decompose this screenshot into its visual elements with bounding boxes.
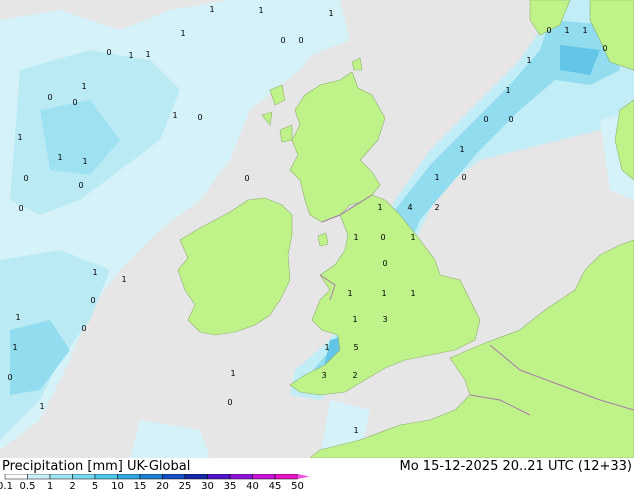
precip-value-label: 0	[72, 98, 77, 107]
legend-swatch	[229, 474, 253, 480]
legend-label: 30	[201, 481, 214, 490]
legend-overflow-arrow	[297, 474, 310, 479]
precip-value-label: 2	[352, 371, 357, 380]
legend-swatch	[117, 474, 141, 480]
precip-value-label: 0	[244, 174, 249, 183]
legend-swatch	[49, 474, 73, 480]
precip-value-label: 1	[353, 426, 358, 435]
legend-label: 1	[47, 481, 53, 490]
precip-value-label: 0	[382, 259, 387, 268]
precip-value-label: 1	[145, 50, 150, 59]
precip-value-label: 0	[78, 181, 83, 190]
legend-swatch	[94, 474, 118, 480]
precip-value-label: 0	[546, 26, 551, 35]
legend-label: 25	[179, 481, 192, 490]
legend-swatch	[72, 474, 96, 480]
legend-swatch	[252, 474, 276, 480]
precip-value-label: 0	[380, 233, 385, 242]
precip-value-label: 1	[15, 313, 20, 322]
precip-value-label: 1	[128, 51, 133, 60]
legend-label: 15	[134, 481, 147, 490]
legend-label: 10	[111, 481, 124, 490]
precip-value-label: 1	[57, 153, 62, 162]
precip-value-label: 0	[197, 113, 202, 122]
precip-value-label: 0	[47, 93, 52, 102]
precip-value-label: 3	[382, 315, 387, 324]
legend-label: 0.5	[20, 481, 36, 490]
legend-swatch	[274, 474, 298, 480]
precip-value-label: 3	[321, 371, 326, 380]
map-canvas: 110 1 11011 10010 0114 211 0 1001 1 13153 21110110…	[0, 0, 634, 459]
precip-value-label: 1	[505, 86, 510, 95]
precip-value-label: 1	[582, 26, 587, 35]
precip-value-label: 1	[410, 233, 415, 242]
precip-value-label: 0	[106, 48, 111, 57]
precip-value-label: 1	[564, 26, 569, 35]
precip-value-label: 1	[81, 82, 86, 91]
precip-value-label: 0	[461, 173, 466, 182]
precip-value-label: 1	[377, 203, 382, 212]
precip-value-label: 1	[230, 369, 235, 378]
precip-value-label: 1	[121, 275, 126, 284]
precip-value-label: 1	[258, 6, 263, 15]
precip-value-label: 1	[410, 289, 415, 298]
precip-value-label: 0	[23, 174, 28, 183]
legend-label: 5	[92, 481, 98, 490]
precip-value-label: 1	[92, 268, 97, 277]
precip-value-label: 1	[353, 233, 358, 242]
precip-value-label: 0	[227, 398, 232, 407]
precip-value-label: 0	[90, 296, 95, 305]
legend-label: 50	[291, 481, 304, 490]
legend-swatch	[139, 474, 163, 480]
precip-value-label: 0	[81, 324, 86, 333]
precip-value-label: 0	[7, 373, 12, 382]
legend-label: 35	[224, 481, 237, 490]
legend-swatch	[162, 474, 186, 480]
precip-value-label: 1	[381, 289, 386, 298]
precip-value-label: 1	[39, 402, 44, 411]
legend-swatch	[27, 474, 51, 480]
precipitation-map: 1101110111001001142110100111315321110110…	[0, 0, 634, 459]
precip-value-label: 1	[459, 145, 464, 154]
legend-label: 45	[269, 481, 282, 490]
precip-value-label: 1	[209, 5, 214, 14]
precip-value-label: 1	[352, 315, 357, 324]
legend-label: 2	[69, 481, 75, 490]
precip-value-label: 4	[407, 203, 412, 212]
precip-value-label: 0	[280, 36, 285, 45]
precip-value-label: 1	[347, 289, 352, 298]
legend-label: 20	[156, 481, 169, 490]
precip-value-label: 1	[180, 29, 185, 38]
color-scale-legend: 0.1 0.5 1 2 5 10 15 20 25 30 35 40 45 50	[0, 474, 310, 490]
precip-value-label: 5	[353, 343, 358, 352]
precip-value-label: 0	[602, 44, 607, 53]
precip-value-label: 0	[508, 115, 513, 124]
precip-value-label: 1	[328, 9, 333, 18]
precip-value-label: 1	[324, 343, 329, 352]
legend-swatch	[207, 474, 231, 480]
precip-value-label: 0	[298, 36, 303, 45]
legend-swatch	[4, 474, 28, 480]
precip-value-label: 1	[17, 133, 22, 142]
legend-swatch	[184, 474, 208, 480]
precip-value-label: 1	[172, 111, 177, 120]
precip-value-label: 1	[12, 343, 17, 352]
precip-value-label: 0	[483, 115, 488, 124]
legend-label: 40	[246, 481, 259, 490]
legend-label: 0.1	[0, 481, 13, 490]
valid-time: Mo 15-12-2025 20..21 UTC (12+33)	[399, 459, 633, 474]
map-title: Precipitation [mm] UK-Global	[2, 459, 191, 474]
precip-value-label: 2	[434, 203, 439, 212]
precip-value-label: 1	[82, 157, 87, 166]
precip-value-label: 1	[526, 56, 531, 65]
precip-value-label: 1	[434, 173, 439, 182]
precip-value-label: 0	[18, 204, 23, 213]
